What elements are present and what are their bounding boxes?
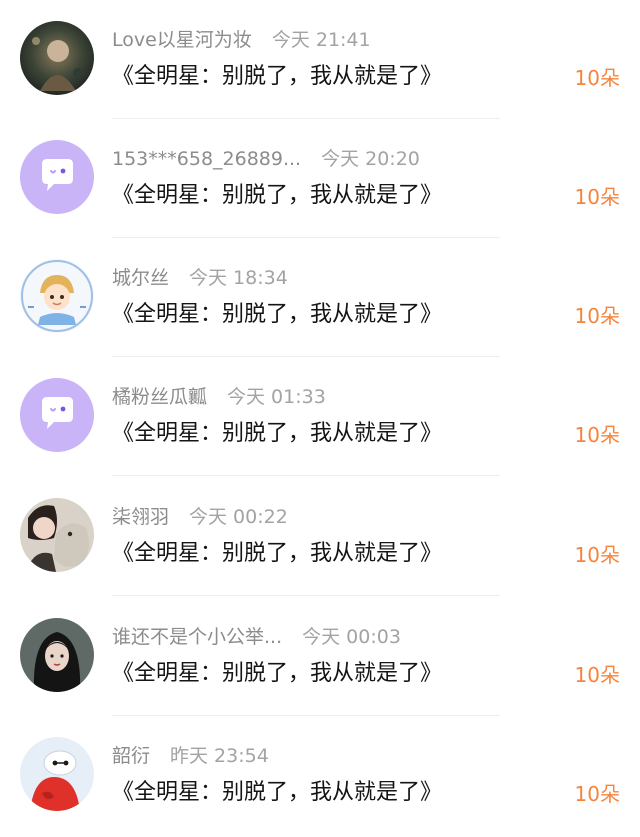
- comment-text: 《全明星：别脱了，我从就是了》: [112, 183, 443, 208]
- flower-count: 10朵: [574, 66, 620, 90]
- art-avatar-icon[interactable]: [20, 21, 94, 95]
- comment-row[interactable]: 柒翎羽 今天 00:22 《全明星：别脱了，我从就是了》 10朵: [0, 477, 640, 596]
- default-chat-bubble-avatar-icon[interactable]: [20, 140, 94, 214]
- flower-count: 10朵: [574, 185, 620, 209]
- username[interactable]: 153***658_26889...: [112, 145, 301, 173]
- flower-count: 10朵: [574, 304, 620, 328]
- flower-count: 10朵: [574, 423, 620, 447]
- comment-row[interactable]: 韶衍 昨天 23:54 《全明星：别脱了，我从就是了》 10朵: [0, 716, 640, 835]
- username[interactable]: Love以星河为妆: [112, 26, 252, 54]
- row-divider: [112, 595, 500, 596]
- timestamp: 昨天 23:54: [170, 745, 269, 767]
- timestamp: 今天 18:34: [189, 267, 288, 289]
- comment-row[interactable]: 城尔丝 今天 18:34 《全明星：别脱了，我从就是了》 10朵: [0, 238, 640, 357]
- cartoon-boy-avatar-icon[interactable]: [20, 259, 94, 333]
- girl-with-plush-avatar-icon[interactable]: [20, 498, 94, 572]
- comment-list: Love以星河为妆 今天 21:41 《全明星：别脱了，我从就是了》 10朵 15…: [0, 0, 640, 837]
- default-chat-bubble-avatar-icon[interactable]: [20, 378, 94, 452]
- timestamp: 今天 20:20: [321, 148, 420, 170]
- comment-text: 《全明星：别脱了，我从就是了》: [112, 302, 443, 327]
- username[interactable]: 橘粉丝瓜瓤: [112, 383, 207, 411]
- comment-text: 《全明星：别脱了，我从就是了》: [112, 541, 443, 566]
- comment-row[interactable]: Love以星河为妆 今天 21:41 《全明星：别脱了，我从就是了》 10朵: [0, 0, 640, 119]
- comment-meta: 橘粉丝瓜瓤 今天 01:33: [112, 383, 326, 411]
- comment-meta: Love以星河为妆 今天 21:41: [112, 26, 371, 54]
- comment-text: 《全明星：别脱了，我从就是了》: [112, 421, 443, 446]
- comment-text: 《全明星：别脱了，我从就是了》: [112, 780, 443, 805]
- comment-meta: 谁还不是个小公举... 今天 00:03: [112, 623, 401, 651]
- comment-meta: 153***658_26889... 今天 20:20: [112, 145, 420, 173]
- timestamp: 今天 00:03: [302, 626, 401, 648]
- comment-meta: 城尔丝 今天 18:34: [112, 264, 288, 292]
- comment-text: 《全明星：别脱了，我从就是了》: [112, 661, 443, 686]
- timestamp: 今天 00:22: [189, 506, 288, 528]
- robot-avatar-icon[interactable]: [20, 737, 94, 811]
- username[interactable]: 柒翎羽: [112, 503, 169, 531]
- username[interactable]: 谁还不是个小公举...: [112, 623, 282, 651]
- row-divider: [112, 475, 500, 476]
- comment-meta: 韶衍 昨天 23:54: [112, 742, 269, 770]
- flower-count: 10朵: [574, 543, 620, 567]
- comment-meta: 柒翎羽 今天 00:22: [112, 503, 288, 531]
- comment-row[interactable]: 橘粉丝瓜瓤 今天 01:33 《全明星：别脱了，我从就是了》 10朵: [0, 357, 640, 476]
- illustrated-girl-avatar-icon[interactable]: [20, 618, 94, 692]
- timestamp: 今天 01:33: [227, 386, 326, 408]
- timestamp: 今天 21:41: [271, 29, 371, 51]
- flower-count: 10朵: [574, 663, 620, 687]
- comment-row[interactable]: 153***658_26889... 今天 20:20 《全明星：别脱了，我从就是…: [0, 119, 640, 238]
- username[interactable]: 城尔丝: [112, 264, 169, 292]
- username[interactable]: 韶衍: [112, 742, 150, 770]
- comment-row[interactable]: 谁还不是个小公举... 今天 00:03 《全明星：别脱了，我从就是了》 10朵: [0, 597, 640, 716]
- flower-count: 10朵: [574, 782, 620, 806]
- comment-text: 《全明星：别脱了，我从就是了》: [112, 64, 443, 89]
